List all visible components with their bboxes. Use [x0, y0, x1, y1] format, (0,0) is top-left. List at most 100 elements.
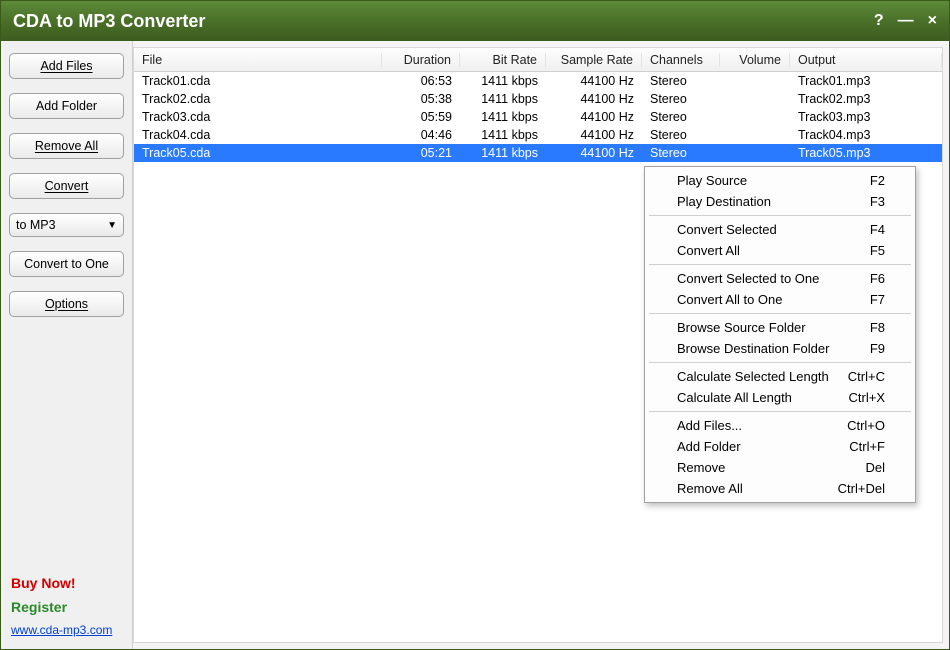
help-icon[interactable]: ? [874, 12, 884, 30]
menu-item-label: Convert Selected [677, 222, 777, 237]
menu-item[interactable]: Convert All to One F7 [647, 289, 913, 310]
menu-item-label: Calculate All Length [677, 390, 792, 405]
menu-item[interactable]: Add Folder Ctrl+F [647, 436, 913, 457]
menu-item-label: Browse Source Folder [677, 320, 806, 335]
col-sample-rate[interactable]: Sample Rate [546, 53, 642, 67]
cell-bitrate: 1411 kbps [460, 92, 546, 106]
menu-item-label: Convert All to One [677, 292, 783, 307]
menu-item-label: Remove [677, 460, 725, 475]
menu-item-label: Browse Destination Folder [677, 341, 829, 356]
menu-item-shortcut: Ctrl+X [849, 390, 885, 405]
menu-item-shortcut: F4 [870, 222, 885, 237]
menu-item-shortcut: Del [865, 460, 885, 475]
menu-item-shortcut: Ctrl+Del [838, 481, 885, 496]
cell-output: Track03.mp3 [790, 110, 942, 124]
menu-item[interactable]: Calculate Selected Length Ctrl+C [647, 366, 913, 387]
menu-item[interactable]: Convert Selected to OneF6 [647, 268, 913, 289]
menu-item-shortcut: F9 [870, 341, 885, 356]
menu-item-label: Convert All [677, 243, 740, 258]
options-button[interactable]: Options [9, 291, 124, 317]
sidebar: Add Files Add Folder Remove All Convert … [1, 41, 133, 649]
window-controls: ? — × [874, 12, 937, 30]
cell-output: Track05.mp3 [790, 146, 942, 160]
cell-channels: Stereo [642, 146, 720, 160]
menu-item[interactable]: Add Files... Ctrl+O [647, 415, 913, 436]
col-bitrate[interactable]: Bit Rate [460, 53, 546, 67]
menu-item-shortcut: F8 [870, 320, 885, 335]
menu-separator [649, 411, 911, 412]
cell-sample-rate: 44100 Hz [546, 146, 642, 160]
format-select-value: to MP3 [16, 218, 56, 232]
cell-bitrate: 1411 kbps [460, 128, 546, 142]
menu-item[interactable]: Remove Del [647, 457, 913, 478]
cell-duration: 06:53 [382, 74, 460, 88]
menu-item-label: Calculate Selected Length [677, 369, 829, 384]
col-volume[interactable]: Volume [720, 53, 790, 67]
cell-bitrate: 1411 kbps [460, 74, 546, 88]
titlebar: CDA to MP3 Converter ? — × [1, 1, 949, 41]
cell-channels: Stereo [642, 110, 720, 124]
col-output[interactable]: Output [790, 53, 942, 67]
cell-file: Track03.cda [134, 110, 382, 124]
cell-file: Track05.cda [134, 146, 382, 160]
add-folder-button[interactable]: Add Folder [9, 93, 124, 119]
menu-item[interactable]: Browse Source Folder F8 [647, 317, 913, 338]
cell-sample-rate: 44100 Hz [546, 74, 642, 88]
website-link[interactable]: www.cda-mp3.com [11, 623, 124, 637]
cell-output: Track02.mp3 [790, 92, 942, 106]
menu-item-shortcut: Ctrl+F [849, 439, 885, 454]
menu-item-shortcut: F2 [870, 173, 885, 188]
convert-to-one-button[interactable]: Convert to One [9, 251, 124, 277]
cell-channels: Stereo [642, 128, 720, 142]
minimize-icon[interactable]: — [898, 12, 914, 30]
menu-item-shortcut: Ctrl+O [847, 418, 885, 433]
menu-item[interactable]: Browse Destination Folder F9 [647, 338, 913, 359]
cell-file: Track04.cda [134, 128, 382, 142]
menu-item-label: Add Files... [677, 418, 742, 433]
cell-output: Track04.mp3 [790, 128, 942, 142]
menu-item-label: Convert Selected to One [677, 271, 819, 286]
app-title: CDA to MP3 Converter [13, 11, 205, 32]
col-channels[interactable]: Channels [642, 53, 720, 67]
menu-item[interactable]: Calculate All Length Ctrl+X [647, 387, 913, 408]
col-file[interactable]: File [134, 53, 382, 67]
table-row[interactable]: Track03.cda05:591411 kbps44100 HzStereo T… [134, 108, 942, 126]
close-icon[interactable]: × [928, 12, 937, 30]
menu-item-shortcut: F7 [870, 292, 885, 307]
cell-sample-rate: 44100 Hz [546, 92, 642, 106]
menu-item-shortcut: F5 [870, 243, 885, 258]
table-row[interactable]: Track01.cda06:531411 kbps44100 HzStereo T… [134, 72, 942, 90]
table-row[interactable]: Track02.cda05:381411 kbps44100 HzStereoT… [134, 90, 942, 108]
app-window: CDA to MP3 Converter ? — × Add Files Add… [0, 0, 950, 650]
menu-item-label: Add Folder [677, 439, 741, 454]
menu-item-label: Remove All [677, 481, 743, 496]
convert-button[interactable]: Convert [9, 173, 124, 199]
menu-separator [649, 264, 911, 265]
cell-sample-rate: 44100 Hz [546, 110, 642, 124]
add-files-button[interactable]: Add Files [9, 53, 124, 79]
format-select[interactable]: to MP3 ▼ [9, 213, 124, 237]
cell-duration: 05:21 [382, 146, 460, 160]
menu-separator [649, 362, 911, 363]
cell-file: Track01.cda [134, 74, 382, 88]
register-link[interactable]: Register [11, 599, 124, 615]
cell-channels: Stereo [642, 74, 720, 88]
menu-item[interactable]: Remove All Ctrl+Del [647, 478, 913, 499]
menu-item-shortcut: Ctrl+C [848, 369, 885, 384]
table-row[interactable]: Track04.cda04:461411 kbps44100 HzStereoT… [134, 126, 942, 144]
menu-item-label: Play Source [677, 173, 747, 188]
col-duration[interactable]: Duration [382, 53, 460, 67]
cell-output: Track01.mp3 [790, 74, 942, 88]
sidebar-footer: Buy Now! Register www.cda-mp3.com [9, 575, 124, 637]
app-body: Add Files Add Folder Remove All Convert … [1, 41, 949, 649]
menu-item[interactable]: Play DestinationF3 [647, 191, 913, 212]
menu-item[interactable]: Play Source F2 [647, 170, 913, 191]
table-row[interactable]: Track05.cda05:211411 kbps44100 HzStereoT… [134, 144, 942, 162]
menu-item[interactable]: Convert All F5 [647, 240, 913, 261]
menu-separator [649, 313, 911, 314]
buy-now-link[interactable]: Buy Now! [11, 575, 124, 591]
remove-all-button[interactable]: Remove All [9, 133, 124, 159]
menu-item[interactable]: Convert Selected F4 [647, 219, 913, 240]
cell-bitrate: 1411 kbps [460, 110, 546, 124]
cell-duration: 05:59 [382, 110, 460, 124]
